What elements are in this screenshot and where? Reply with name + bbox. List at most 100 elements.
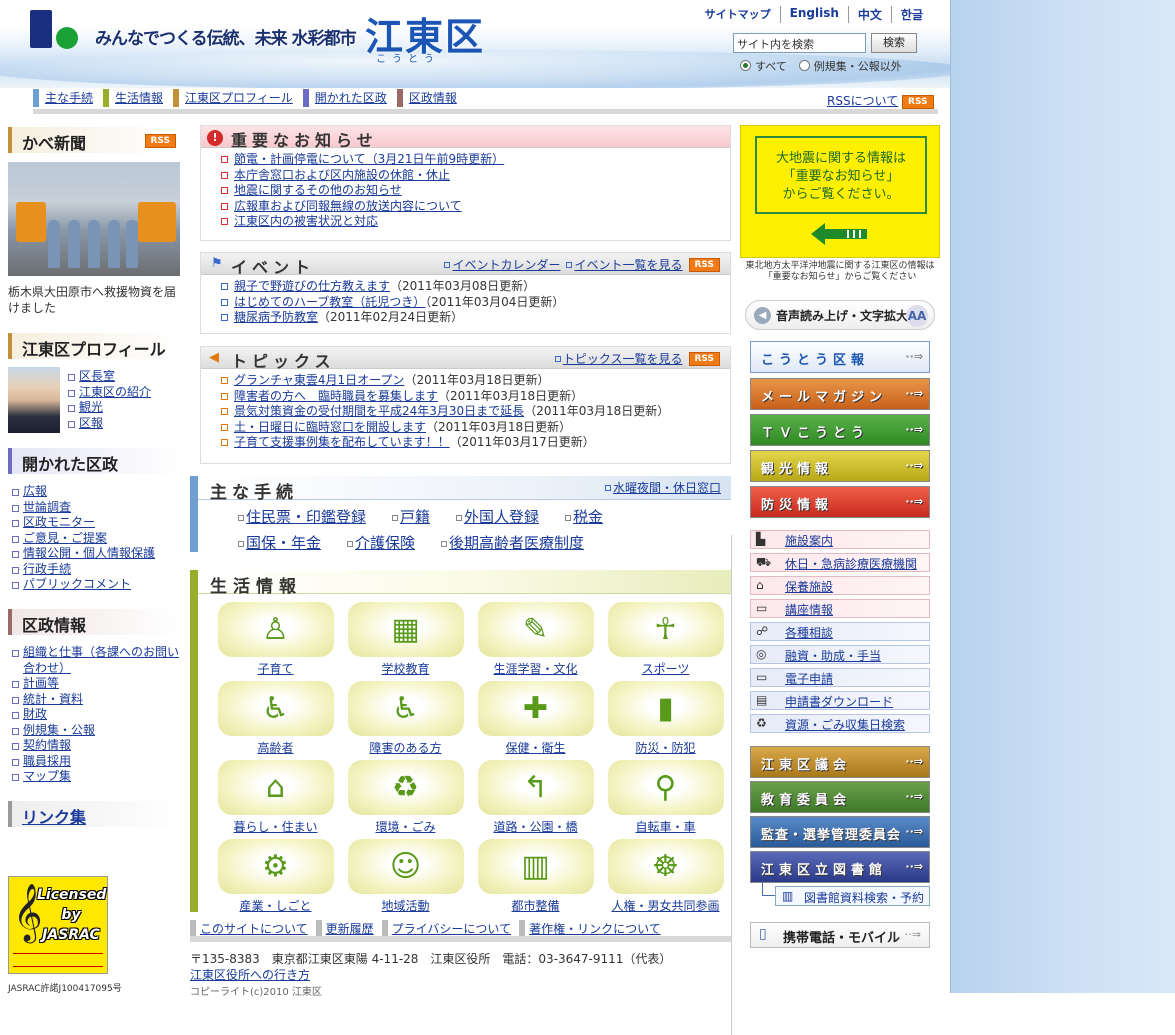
open-link[interactable]: 世論調査	[23, 500, 71, 514]
life-tile-button[interactable]: ♿	[347, 681, 464, 736]
koho-banner[interactable]: こうとう区報 ··⇒	[750, 341, 930, 373]
search-button[interactable]: 検索	[871, 33, 917, 53]
night-window-link[interactable]: 水曜夜間・休日窓口	[613, 481, 721, 495]
disaster-banner[interactable]: 防災情報 ··⇒	[750, 486, 930, 518]
life-tile[interactable]: ▦ 学校教育	[346, 602, 465, 676]
open-link[interactable]: 情報公開・個人情報保護	[23, 546, 155, 560]
facility-item[interactable]: ▭ 講座情報	[750, 599, 930, 618]
important-item[interactable]: 地震に関するその他のお知らせ	[234, 183, 402, 197]
education-banner[interactable]: 教育委員会 ··⇒	[750, 781, 930, 813]
facility-link[interactable]: 施設案内	[785, 534, 833, 548]
links-heading[interactable]: リンク集	[8, 801, 180, 827]
life-tile-label[interactable]: 防災・防犯	[606, 739, 725, 756]
life-tile[interactable]: ⌂ 暮らし・住まい	[216, 760, 335, 835]
scope-all-option[interactable]: すべて	[740, 58, 787, 74]
facility-item[interactable]: ☍ 各種相談	[750, 622, 930, 641]
open-link[interactable]: 広報	[23, 484, 47, 498]
footer-link[interactable]: 更新履歴	[326, 922, 374, 936]
rss-badge[interactable]: RSS	[902, 94, 934, 109]
life-tile[interactable]: ♿ 障害のある方	[346, 681, 465, 756]
profile-link[interactable]: 江東区の紹介	[79, 385, 151, 399]
facility-item[interactable]: ▭ 電子申請	[750, 668, 930, 687]
nav-open[interactable]: 開かれた区政	[302, 89, 397, 107]
tv-koto-banner[interactable]: ＴＶこうとう ··⇒	[750, 414, 930, 446]
life-tile-button[interactable]: ▮	[607, 681, 724, 736]
english-link[interactable]: English	[779, 6, 848, 23]
profile-heading[interactable]: 江東区プロフィール	[8, 333, 180, 359]
jasrac-logo[interactable]: 𝄞 Licensed by JASRAC	[8, 876, 108, 974]
audit-banner[interactable]: 監査・選挙管理委員会 ··⇒	[750, 816, 930, 848]
topic-item-link[interactable]: 景気対策資金の受付期間を平成24年3月30日まで延長	[234, 404, 524, 418]
admin-link[interactable]: 統計・資料	[23, 692, 83, 706]
life-tile-button[interactable]: ♿	[217, 681, 334, 736]
procedure-link[interactable]: 国保・年金	[246, 534, 321, 552]
footer-link[interactable]: このサイトについて	[200, 922, 308, 936]
event-calendar-link[interactable]: イベントカレンダー	[452, 258, 560, 272]
admin-link[interactable]: 財政	[23, 707, 47, 721]
admin-link[interactable]: 職員採用	[23, 754, 71, 768]
event-item-link[interactable]: はじめてのハーブ教室（託児つき）	[234, 295, 425, 309]
sitemap-link[interactable]: サイトマップ	[696, 6, 780, 23]
life-tile[interactable]: ✎ 生涯学習・文化	[476, 602, 595, 676]
important-item[interactable]: 江東区内の被害状況と対応	[234, 214, 378, 228]
life-tile-button[interactable]: ☥	[607, 602, 724, 657]
facility-item[interactable]: ♻ 資源・ごみ収集日検索	[750, 714, 930, 733]
topic-item-link[interactable]: 土・日曜日に臨時窓口を開設します	[234, 420, 426, 434]
life-tile[interactable]: ✚ 保健・衛生	[476, 681, 595, 755]
life-tile[interactable]: ↰ 道路・公園・橋	[476, 760, 595, 834]
life-tile[interactable]: ♻ 環境・ごみ	[346, 760, 465, 834]
life-tile-label[interactable]: 障害のある方	[346, 739, 465, 756]
facility-item[interactable]: ◎ 融資・助成・手当	[750, 645, 930, 664]
tourism-banner[interactable]: 観光情報 ··⇒	[750, 450, 930, 482]
life-tile-button[interactable]: ✚	[477, 681, 594, 736]
admin-link[interactable]: 計画等	[23, 676, 59, 690]
facility-link[interactable]: 保養施設	[785, 580, 833, 594]
life-tile-button[interactable]: ☺	[347, 839, 464, 894]
admin-heading[interactable]: 区政情報	[8, 609, 180, 635]
life-tile[interactable]: ▮ 防災・防犯	[606, 681, 725, 756]
radio-except[interactable]	[798, 60, 810, 71]
facility-link[interactable]: 休日・急病診療医療機関	[785, 557, 917, 571]
open-link[interactable]: ご意見・ご提案	[23, 531, 107, 545]
life-tile-label[interactable]: 人権・男女共同参画	[606, 897, 725, 914]
procedure-link[interactable]: 外国人登録	[464, 508, 539, 526]
life-tile-label[interactable]: 暮らし・住まい	[216, 818, 335, 835]
life-tile-button[interactable]: ♙	[217, 602, 334, 657]
library-search-link[interactable]: ▥ 図書館資料検索・予約	[762, 881, 930, 906]
facility-link[interactable]: 電子申請	[785, 672, 833, 686]
rss-about-link[interactable]: RSSについて	[827, 94, 898, 108]
life-tile-label[interactable]: 子育て	[216, 660, 335, 677]
admin-link[interactable]: 例規集・公報	[23, 723, 95, 737]
facility-link[interactable]: 講座情報	[785, 603, 833, 617]
facility-item[interactable]: ⌂ 保養施設	[750, 576, 930, 595]
procedure-link[interactable]: 税金	[573, 508, 603, 526]
life-tile[interactable]: ☸ 人権・男女共同参画	[606, 839, 725, 914]
facility-item[interactable]: ⛟ 休日・急病診療医療機関	[750, 553, 930, 572]
facility-item[interactable]: ▙ 施設案内	[750, 530, 930, 549]
korean-link[interactable]: 한글	[890, 6, 932, 23]
event-list-link[interactable]: イベント一覧を見る	[574, 258, 682, 272]
nav-procedures[interactable]: 主な手続	[33, 89, 103, 107]
life-tile[interactable]: ☺ 地域活動	[346, 839, 465, 913]
life-tile-button[interactable]: ▦	[347, 602, 464, 657]
earthquake-notice-banner[interactable]: 大地震に関する情報は 「重要なお知らせ」 からご覧ください。	[740, 125, 940, 258]
topic-item-link[interactable]: 子育て支援事例集を配布しています！！	[234, 435, 450, 449]
koto-logo-mark[interactable]	[30, 10, 52, 48]
access-link[interactable]: 江東区役所への行き方	[190, 967, 671, 983]
life-tile-label[interactable]: 自転車・車	[606, 818, 725, 835]
life-tile[interactable]: ☥ スポーツ	[606, 602, 725, 676]
council-banner[interactable]: 江東区議会 ··⇒	[750, 746, 930, 778]
topic-item-link[interactable]: 障害者の方へ 臨時職員を募集します	[234, 389, 438, 403]
radio-all[interactable]	[740, 60, 751, 71]
life-tile-label[interactable]: 産業・しごと	[216, 897, 335, 914]
footer-link[interactable]: 著作権・リンクについて	[529, 922, 661, 936]
topics-rss-badge[interactable]: RSS	[688, 351, 720, 366]
profile-link[interactable]: 区長室	[79, 369, 115, 383]
life-tile-button[interactable]: ⌂	[217, 760, 334, 815]
mobile-link[interactable]: ▯ 携帯電話・モバイル ··⇒	[750, 922, 930, 948]
important-item[interactable]: 本庁舎窓口および区内施設の休館・休止	[234, 168, 450, 182]
procedure-link[interactable]: 後期高齢者医療制度	[449, 534, 584, 552]
open-link[interactable]: 行政手続	[23, 562, 71, 576]
life-tile-button[interactable]: ↰	[477, 760, 594, 815]
life-tile-label[interactable]: 都市整備	[476, 897, 595, 914]
